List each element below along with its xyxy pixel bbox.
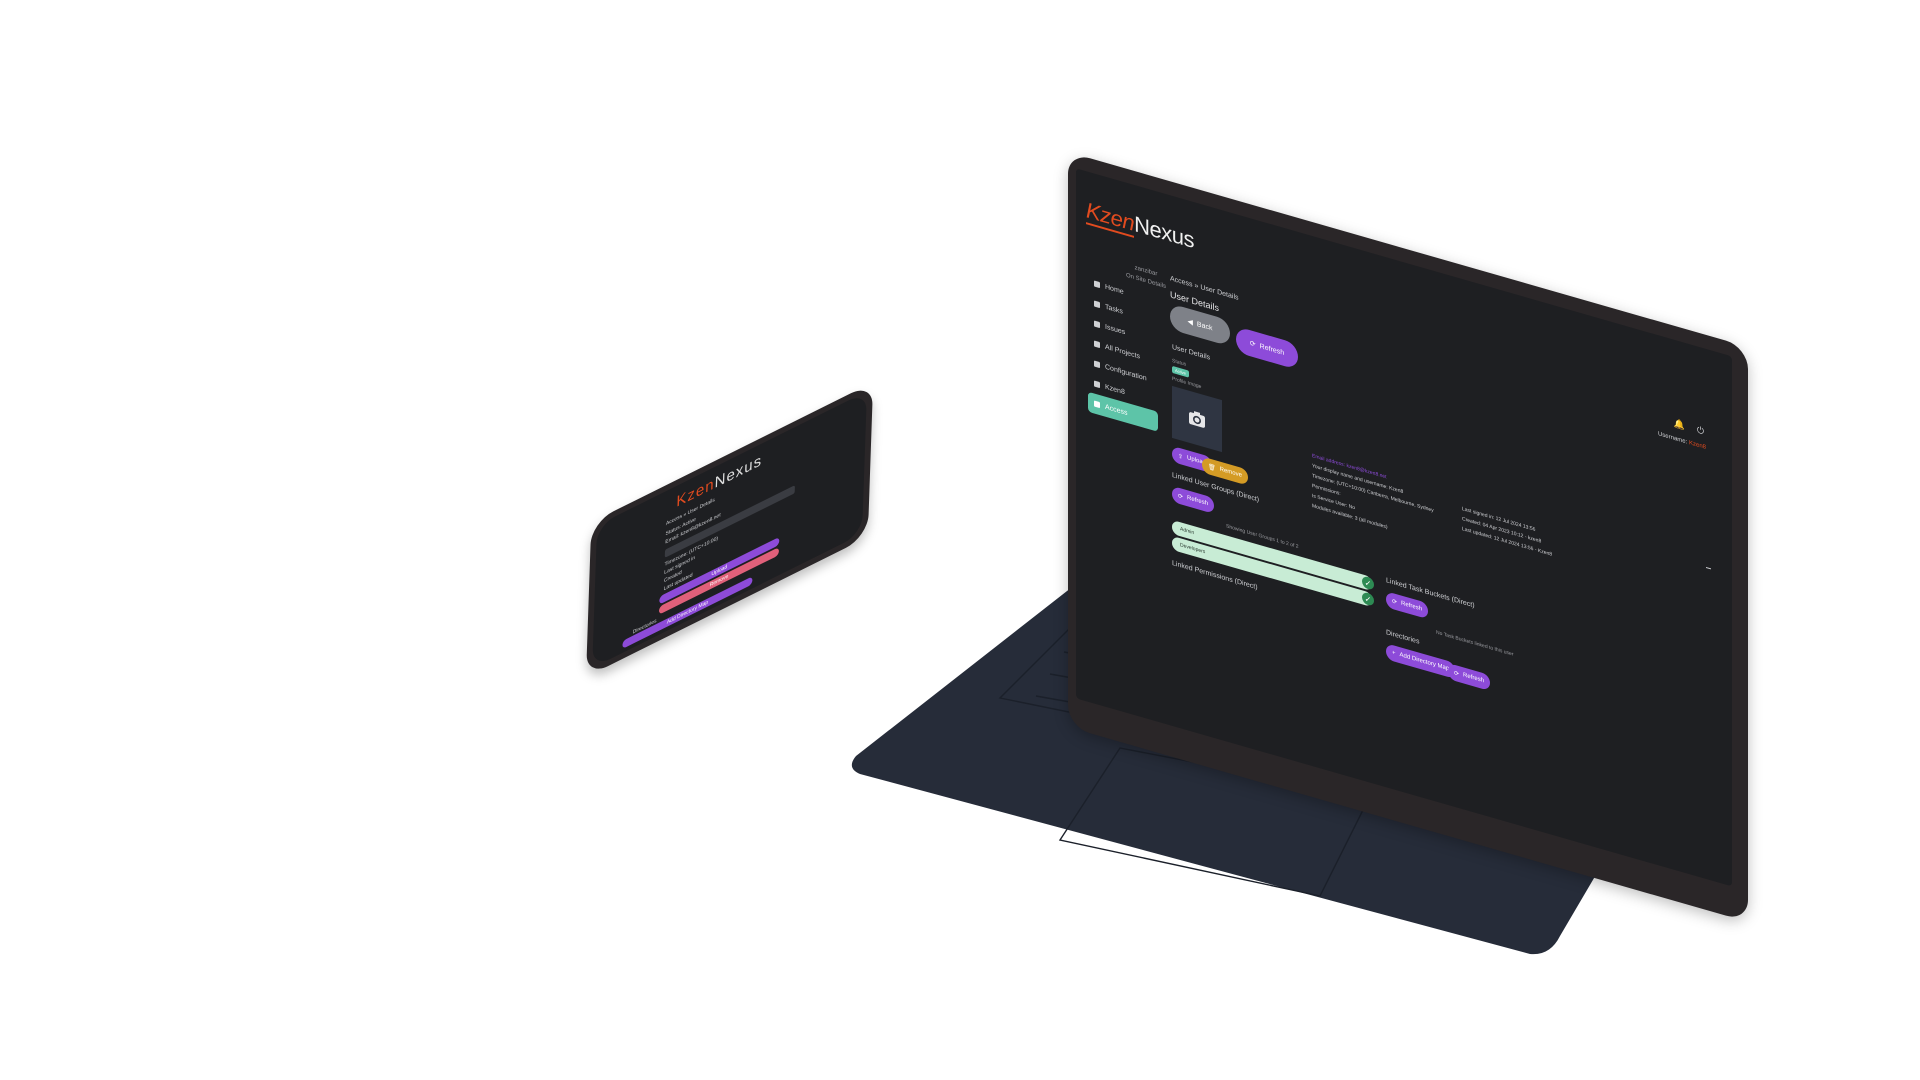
directories-refresh-label: Refresh [1463,672,1485,685]
buckets-refresh-label: Refresh [1401,600,1423,613]
gear-icon [1094,360,1100,369]
refresh-button-label: Refresh [1259,342,1285,357]
audit-block: Last signed in: 12 Jul 2024 13:56 Create… [1462,504,1552,560]
rocket-icon [1094,380,1100,389]
back-button-label: Back [1196,320,1213,332]
groups-refresh-label: Refresh [1187,495,1209,508]
back-button[interactable]: ◀ Back [1170,303,1230,347]
refresh-icon: ⟳ [1392,598,1398,606]
add-directory-map-button[interactable]: + Add Directory Map [1386,643,1456,680]
back-arrow-icon: ◀ [1187,318,1193,327]
sidebar-item-label: Access [1105,403,1128,417]
buckets-refresh-button[interactable]: ⟳ Refresh [1386,591,1429,620]
user-info-block: Email address: kzen8@kzen8.net Your disp… [1312,451,1434,546]
breadcrumb-separator: » [1194,282,1199,291]
trash-icon: 🗑 [1208,463,1216,472]
profile-photo [1172,385,1222,453]
kzen-nexus-logo[interactable]: KzenNexus [1086,197,1194,254]
sidebar: Home Tasks Issues All Projects Configura… [1088,272,1158,432]
remove-button-label: Remove [1219,466,1242,479]
refresh-icon: ⟳ [1454,670,1460,678]
groups-refresh-button[interactable]: ⟳ Refresh [1172,485,1215,514]
bell-icon[interactable]: 🔔 [1674,418,1685,432]
logout-icon[interactable]: ⏻ [1697,424,1704,437]
sidebar-item-label: Home [1105,283,1124,296]
buckets-empty-text: No Task Buckets linked to this user [1436,629,1514,658]
sidebar-item-label: Kzen8 [1105,383,1125,396]
camera-icon [1189,411,1205,428]
refresh-icon: ⟳ [1249,340,1256,349]
collapse-icon[interactable] [1706,566,1711,570]
issues-icon [1094,320,1100,329]
phone-screen: KzenNexus Access » User Details Status: … [592,391,867,668]
upload-icon: ⇪ [1178,453,1184,461]
username-label: Username: [1657,431,1688,446]
projects-icon [1094,340,1100,349]
sidebar-item-label: Issues [1105,323,1126,336]
home-icon [1094,280,1100,289]
top-icons: 🔔 ⏻ [1674,418,1704,438]
directories-refresh-button[interactable]: ⟳ Refresh [1448,662,1491,692]
user-icon [1094,400,1100,409]
username-value: Kzen8 [1688,440,1706,451]
tasks-icon [1094,300,1100,309]
refresh-icon: ⟳ [1178,493,1184,501]
remove-button[interactable]: 🗑 Remove [1202,456,1248,486]
sidebar-item-label: Tasks [1105,303,1123,316]
refresh-button[interactable]: ⟳ Refresh [1236,326,1298,370]
directories-heading: Directories [1386,629,1420,646]
phone-device: KzenNexus Access » User Details Status: … [586,382,874,677]
add-directory-label: Add Directory Map [1399,652,1450,673]
plus-icon: + [1392,649,1396,657]
